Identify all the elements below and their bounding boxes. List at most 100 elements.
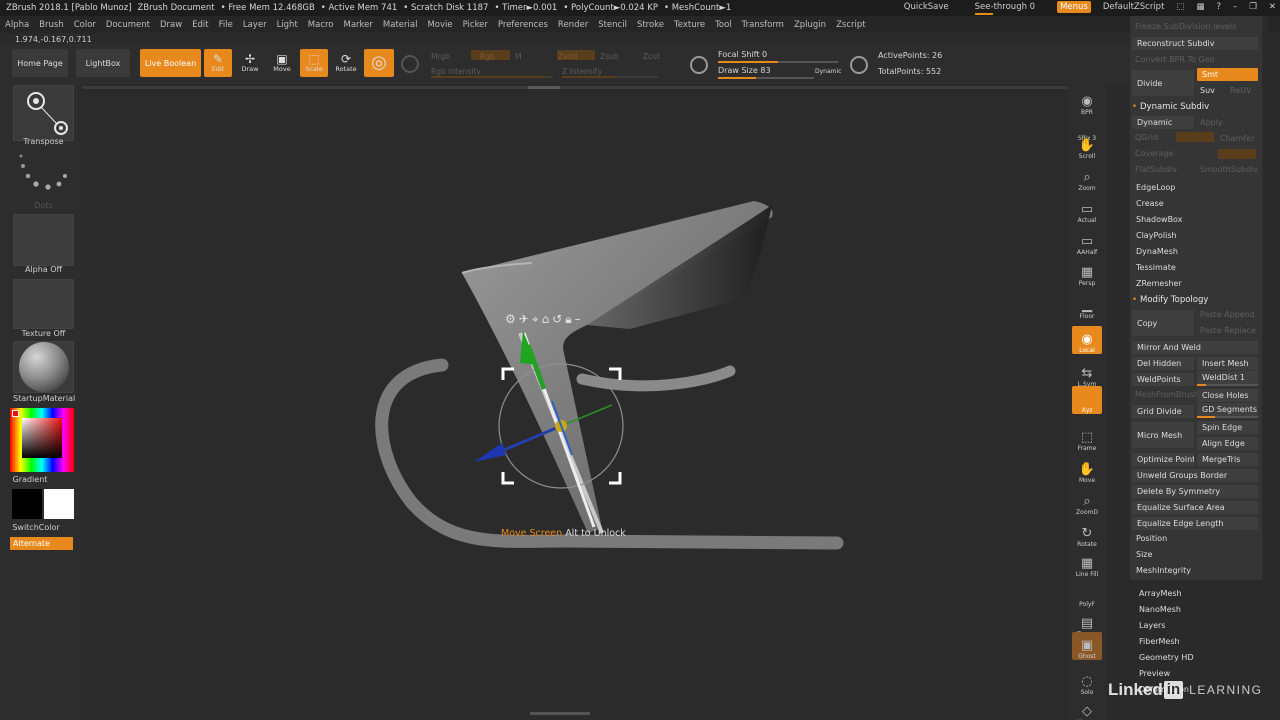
del-hidden-button[interactable]: Del Hidden (1132, 357, 1194, 370)
rotate-button[interactable]: ⟳ Rotate (332, 49, 360, 77)
shelf-zoom-button[interactable]: ⌕ Zoom (1072, 164, 1102, 193)
spin-edge-button[interactable]: Spin Edge (1197, 421, 1258, 434)
mrgb-label[interactable]: Mrgb (431, 52, 450, 61)
shelf-persp-button[interactable]: ▦ Persp (1072, 259, 1102, 288)
shelf-aahalf-button[interactable]: ▭ AAHalf (1072, 228, 1102, 257)
scale-button[interactable]: ⬚ Scale (300, 49, 328, 77)
mirror-and-weld-button[interactable]: Mirror And Weld (1132, 341, 1258, 354)
claypolish-button[interactable]: ClayPolish (1136, 231, 1177, 240)
coverage-toggle[interactable] (1218, 149, 1256, 159)
swatch-icon[interactable]: ▦ (1196, 2, 1204, 12)
alternate-button[interactable]: Alternate (10, 537, 73, 550)
move-button[interactable]: ▣ Move (268, 49, 296, 77)
align-edge-button[interactable]: Align Edge (1197, 437, 1258, 450)
coverage-slider[interactable]: Coverage (1135, 149, 1173, 158)
shelf-l-sym-button[interactable]: ⇆ L.Sym (1072, 360, 1102, 389)
weldpoints-button[interactable]: WeldPoints (1132, 373, 1194, 386)
quicksave-button[interactable]: QuickSave (904, 2, 949, 12)
welddist-slider[interactable]: WeldDist 1 (1197, 371, 1258, 384)
subpalette-layers[interactable]: Layers (1139, 621, 1165, 630)
convert-bpr-button[interactable]: Convert BPR To Geo (1135, 55, 1215, 64)
equalize-surface-area-button[interactable]: Equalize Surface Area (1132, 501, 1258, 514)
qgrid-value[interactable] (1176, 132, 1214, 142)
size-section[interactable]: Size (1136, 550, 1152, 559)
zremesher-button[interactable]: ZRemesher (1136, 279, 1182, 288)
viewport-canvas[interactable]: ⚙ ✈ ⌖ ⌂ ↺ 🔒︎ – (82, 93, 1070, 720)
menu-preferences[interactable]: Preferences (493, 20, 553, 30)
gizmo-marker-icon[interactable]: ⌖ (532, 312, 539, 327)
dynamic-subdiv-toggle[interactable]: Dynamic (1132, 116, 1194, 129)
edgeloop-button[interactable]: EdgeLoop (1136, 183, 1175, 192)
apply-button[interactable]: Apply (1200, 118, 1223, 127)
restore-icon[interactable]: ❐ (1249, 2, 1257, 12)
chamfer-toggle[interactable]: Chamfer (1220, 134, 1254, 143)
shelf-rotate-button[interactable]: ↻ Rotate (1072, 520, 1102, 549)
draw-button[interactable]: ✢ Draw (236, 49, 264, 77)
modify-topology-header[interactable]: Modify Topology (1132, 295, 1208, 305)
menu-tool[interactable]: Tool (710, 20, 737, 30)
edit-button[interactable]: ✎ Edit (204, 49, 232, 77)
delete-by-symmetry-button[interactable]: Delete By Symmetry (1132, 485, 1258, 498)
subpalette-preview[interactable]: Preview (1139, 669, 1170, 678)
copy-button[interactable]: Copy (1132, 310, 1194, 336)
menu-document[interactable]: Document (101, 20, 155, 30)
home-page-button[interactable]: Home Page (12, 49, 68, 77)
dynamic-size-label[interactable]: Dynamic (815, 68, 841, 75)
help-icon[interactable]: ? (1216, 2, 1221, 12)
color-picker[interactable] (10, 408, 74, 472)
meshfrombrush-button[interactable]: MeshFromBrush (1135, 390, 1199, 399)
subpalette-arraymesh[interactable]: ArrayMesh (1139, 589, 1182, 598)
menu-marker[interactable]: Marker (339, 20, 378, 30)
m-label[interactable]: M (515, 52, 521, 61)
subpalette-fibermesh[interactable]: FiberMesh (1139, 637, 1180, 646)
menu-layer[interactable]: Layer (238, 20, 272, 30)
menu-transform[interactable]: Transform (737, 20, 789, 30)
alpha-tile[interactable] (13, 214, 74, 266)
focal-shift-icon[interactable] (690, 56, 708, 74)
crease-button[interactable]: Crease (1136, 199, 1164, 208)
palette-scrollbar[interactable] (1262, 16, 1268, 580)
minimize-icon[interactable]: – (1233, 2, 1237, 12)
gizmo-lock-icon[interactable]: 🔒︎ (565, 312, 571, 327)
sphere-mode-icon[interactable] (401, 55, 419, 73)
gizmo-minus-icon[interactable]: – (575, 312, 581, 327)
layout-icon[interactable]: ⬚ (1176, 2, 1184, 12)
menu-alpha[interactable]: Alpha (0, 20, 34, 30)
z-intensity-slider[interactable] (562, 76, 658, 78)
shelf-zoomd-button[interactable]: ⌕ ZoomD (1072, 488, 1102, 517)
secondary-color-swatch[interactable] (44, 489, 74, 519)
menu-stroke[interactable]: Stroke (632, 20, 669, 30)
paste-append-button[interactable]: Paste Append (1200, 310, 1255, 319)
menu-movie[interactable]: Movie (422, 20, 457, 30)
default-zscript-button[interactable]: DefaultZScript (1103, 2, 1165, 12)
menu-stencil[interactable]: Stencil (593, 20, 632, 30)
texture-tile[interactable] (13, 279, 74, 329)
close-holes-button[interactable]: Close Holes (1197, 389, 1258, 402)
gd-segments-track[interactable] (1197, 416, 1258, 418)
smoothsubdiv-slider[interactable]: SmoothSubdiv (1200, 165, 1258, 174)
welddist-track[interactable] (1197, 384, 1258, 386)
shelf-move-button[interactable]: ✋ Move (1072, 456, 1102, 485)
suv-toggle[interactable]: Suv (1200, 86, 1215, 95)
menu-zscript[interactable]: Zscript (831, 20, 871, 30)
close-icon[interactable]: ✕ (1269, 2, 1276, 12)
shelf-scroll-button[interactable]: ✋ Scroll (1072, 132, 1102, 161)
shelf-polyf-button[interactable]: PolyF (1072, 580, 1102, 608)
gizmo-settings-icon[interactable]: ⚙ (505, 312, 516, 327)
primary-color-swatch[interactable] (12, 489, 42, 519)
live-boolean-button[interactable]: Live Boolean (140, 49, 201, 77)
meshintegrity-section[interactable]: MeshIntegrity (1136, 566, 1191, 575)
menus-button[interactable]: Menus (1057, 1, 1091, 13)
zcut-label[interactable]: Zcut (643, 52, 660, 61)
menu-color[interactable]: Color (69, 20, 101, 30)
zsub-label[interactable]: Zsub (600, 52, 619, 61)
reuv-toggle[interactable]: ReUV (1230, 86, 1251, 95)
draw-size-slider[interactable] (718, 77, 814, 79)
menu-edit[interactable]: Edit (187, 20, 213, 30)
dynamic-subdiv-header[interactable]: Dynamic Subdiv (1132, 102, 1209, 112)
rgb-intensity-slider[interactable] (431, 76, 553, 78)
shelf-xpose-button[interactable]: ◇Xpose (1072, 698, 1102, 720)
subpalette-nanomesh[interactable]: NanoMesh (1139, 605, 1181, 614)
shelf-floor-button[interactable]: ▁ Floor (1072, 292, 1102, 321)
shelf-solo-button[interactable]: ◌ Solo (1072, 668, 1102, 697)
